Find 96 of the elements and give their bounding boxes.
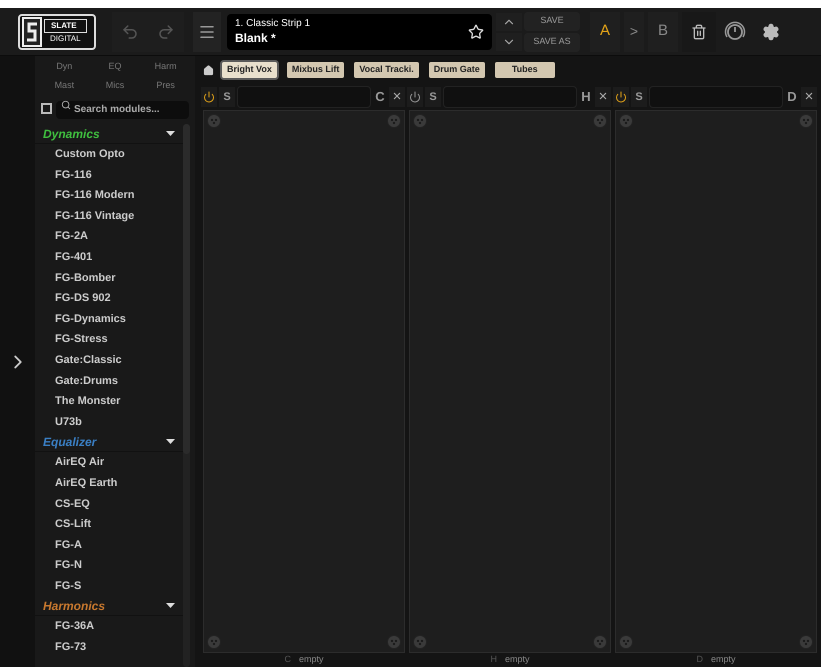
module-item[interactable]: FG-116 Vintage (35, 206, 183, 226)
screw-icon (413, 114, 427, 128)
module-item[interactable]: FG-Dynamics (35, 308, 183, 330)
remove-button[interactable]: × (595, 87, 611, 107)
logo-text: SLATE (44, 18, 87, 32)
module-item[interactable]: AirEQ Earth (35, 472, 183, 494)
logo-text: DIGITAL (44, 32, 87, 44)
quick-preset-button[interactable]: Bright Vox (220, 60, 279, 80)
settings-icon (762, 22, 780, 40)
screw-icon (207, 635, 221, 649)
a-button[interactable]: A (590, 12, 620, 52)
module-item[interactable]: Custom Opto (35, 144, 183, 165)
category-name: Harmonics (43, 598, 106, 615)
preset-display[interactable]: 1. Classic Strip 1 Blank * (227, 14, 492, 50)
b-button[interactable]: B (648, 12, 678, 52)
solo-button[interactable]: S (219, 87, 235, 107)
module-item[interactable]: The Monster (35, 391, 183, 412)
screw-icon (619, 114, 633, 128)
preset-bank: 1. Classic Strip 1 (235, 18, 312, 30)
remove-button[interactable]: × (801, 87, 817, 107)
power-button[interactable] (201, 87, 217, 107)
copy-a-to-b-button[interactable]: > (624, 12, 644, 52)
slot-letter: D (786, 88, 798, 106)
module-item[interactable]: FG-73 (35, 637, 183, 658)
previous-preset-button[interactable] (496, 12, 522, 30)
module-item[interactable]: Gate:Classic (35, 350, 183, 371)
trash-icon (691, 24, 707, 40)
module-item[interactable]: FG-DS 902 (35, 288, 183, 309)
search-icon (61, 100, 71, 110)
redo-icon (157, 22, 175, 40)
remove-button[interactable]: × (389, 87, 405, 107)
filter-button[interactable]: Dyn (39, 58, 90, 75)
filter-button[interactable]: EQ (90, 58, 140, 75)
next-preset-button[interactable] (496, 32, 522, 50)
slot-footer-letter: C (284, 653, 291, 666)
screw-icon (387, 114, 401, 128)
module-item[interactable]: FG-401 (35, 246, 183, 268)
category-header[interactable]: Dynamics (35, 124, 183, 144)
module-item[interactable]: CS-EQ (35, 494, 183, 514)
solo-button[interactable]: S (631, 87, 647, 107)
quick-preset-button[interactable]: Mixbus Lift (284, 60, 346, 80)
filter-button[interactable]: Harm (140, 58, 191, 75)
preset-name: Blank * (235, 30, 277, 46)
filter-button[interactable]: Mast (39, 77, 90, 94)
screw-icon (413, 635, 427, 649)
slot-letter: C (374, 88, 386, 106)
slot-footer-status: empty (710, 653, 736, 666)
power-button[interactable] (407, 87, 423, 107)
logo-s-icon (22, 16, 42, 46)
home-icon[interactable] (203, 64, 214, 76)
scrollbar[interactable] (183, 124, 190, 667)
screw-icon (207, 114, 221, 128)
category-name: Equalizer (43, 434, 96, 451)
module-item[interactable]: FG-A (35, 534, 183, 556)
screw-icon (593, 635, 607, 649)
module-item[interactable]: FG-Bomber (35, 268, 183, 288)
module-item[interactable]: CS-Lift (35, 514, 183, 535)
screw-icon (619, 635, 633, 649)
power-button[interactable] (613, 87, 629, 107)
favorite-star-icon[interactable] (468, 24, 484, 40)
select-checkbox[interactable] (41, 102, 52, 114)
module-item[interactable]: FG-S (35, 576, 183, 596)
module-item[interactable]: U73b (35, 412, 183, 432)
slot-letter: H (580, 88, 592, 106)
screw-icon (593, 114, 607, 128)
screw-icon (799, 635, 813, 649)
quick-preset-button[interactable]: Drum Gate (426, 60, 487, 80)
filter-button[interactable]: Pres (140, 77, 191, 94)
filter-button[interactable]: Mics (90, 77, 140, 94)
screw-icon (799, 114, 813, 128)
module-item[interactable]: FG-Stress (35, 329, 183, 350)
slot-footer-letter: D (696, 653, 703, 666)
module-item[interactable]: FG-116 Modern (35, 185, 183, 206)
dial-icon (724, 20, 746, 42)
quick-preset-button[interactable]: Tubes (492, 60, 557, 80)
module-item[interactable]: FG-36A (35, 616, 183, 638)
screw-icon (387, 635, 401, 649)
solo-button[interactable]: S (425, 87, 441, 107)
slot-footer-status: empty (298, 653, 324, 666)
power-icon (203, 91, 215, 103)
module-item[interactable]: FG-116 (35, 164, 183, 186)
quick-preset-button[interactable]: Vocal Tracki. (352, 60, 421, 80)
module-item[interactable]: AirEQ Air (35, 452, 183, 473)
module-item[interactable]: FG-N (35, 555, 183, 576)
slot-footer-letter: H (490, 653, 497, 666)
slot-footer-status: empty (504, 653, 530, 666)
menu-button[interactable] (193, 12, 221, 52)
save-button[interactable]: SAVE (524, 12, 580, 30)
module-item[interactable]: FG-2A (35, 226, 183, 247)
search-field[interactable]: Search modules... (56, 100, 189, 118)
power-icon (615, 91, 627, 103)
power-icon (409, 91, 421, 103)
module-item[interactable]: Gate:Drums (35, 370, 183, 392)
undo-icon (121, 22, 139, 40)
category-name: Dynamics (43, 126, 100, 142)
save-button[interactable]: SAVE AS (524, 32, 580, 52)
